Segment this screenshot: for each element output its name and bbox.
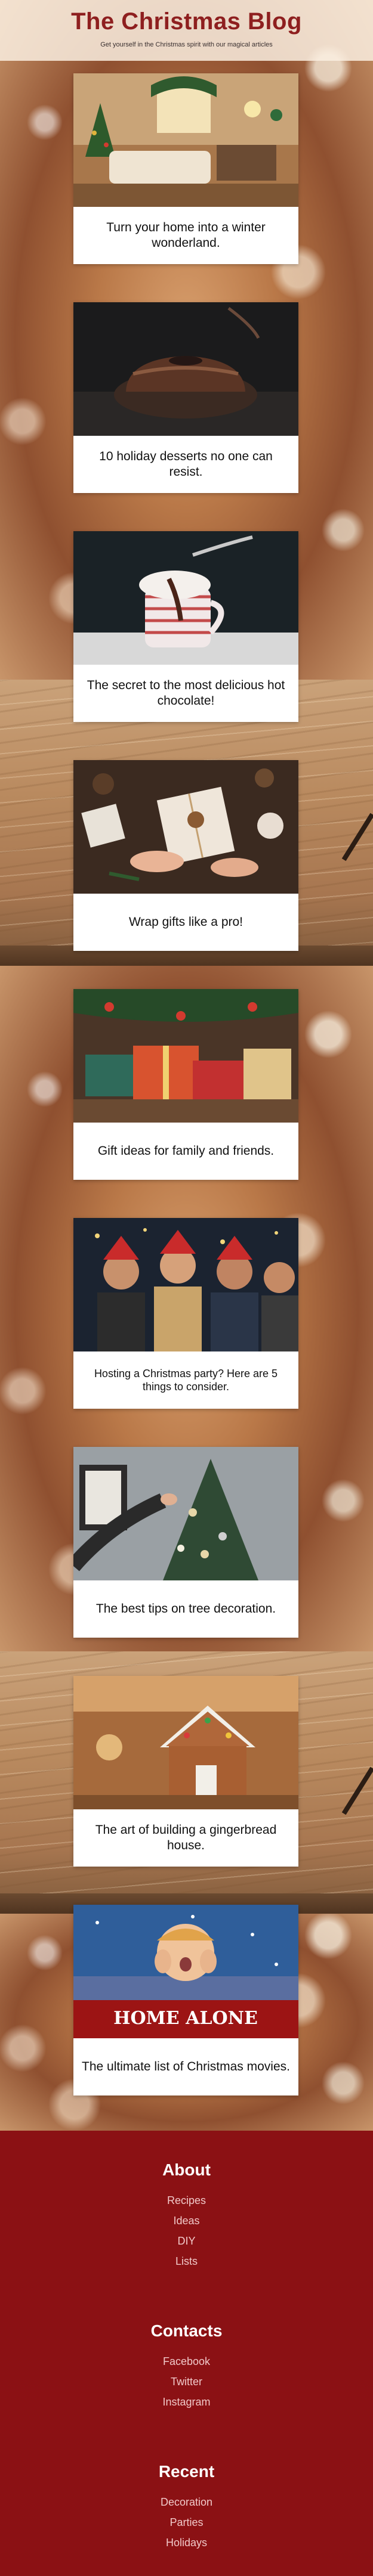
post-card[interactable]: HOME ALONE The ultimate list of Christma…	[73, 1905, 298, 2095]
post-card[interactable]: Turn your home into a winter wonderland.	[73, 73, 298, 264]
post-image-living-room[interactable]	[73, 73, 298, 207]
footer-link-decoration[interactable]: Decoration	[0, 2492, 373, 2512]
post-image-movie-poster[interactable]: HOME ALONE	[73, 1905, 298, 2038]
site-title[interactable]: The Christmas Blog	[0, 0, 373, 35]
footer-link-facebook[interactable]: Facebook	[0, 2351, 373, 2372]
post-card[interactable]: 10 holiday desserts no one can resist.	[73, 302, 298, 493]
site-tagline: Get yourself in the Christmas spirit wit…	[100, 41, 273, 48]
site-footer: About Recipes Ideas DIY Lists Contacts F…	[0, 2131, 373, 2576]
post-caption[interactable]: Hosting a Christmas party? Here are 5 th…	[73, 1351, 298, 1409]
post-card[interactable]: The art of building a gingerbread house.	[73, 1676, 298, 1867]
decor-stick	[341, 1766, 373, 1815]
page: The Christmas Blog Get yourself in the C…	[0, 0, 373, 2576]
post-image-dessert[interactable]	[73, 302, 298, 436]
post-card[interactable]: The secret to the most delicious hot cho…	[73, 531, 298, 722]
post-caption[interactable]: The art of building a gingerbread house.	[73, 1809, 298, 1867]
post-caption[interactable]: The best tips on tree decoration.	[73, 1580, 298, 1638]
post-image-gingerbread-house[interactable]	[73, 1676, 298, 1809]
footer-link-ideas[interactable]: Ideas	[0, 2211, 373, 2231]
post-card[interactable]: The best tips on tree decoration.	[73, 1447, 298, 1638]
post-caption[interactable]: Turn your home into a winter wonderland.	[73, 207, 298, 264]
footer-link-twitter[interactable]: Twitter	[0, 2372, 373, 2392]
footer-contacts: Contacts Facebook Twitter Instagram	[0, 2321, 373, 2412]
footer-link-diy[interactable]: DIY	[0, 2231, 373, 2251]
site-header: The Christmas Blog Get yourself in the C…	[0, 0, 373, 61]
post-caption[interactable]: Gift ideas for family and friends.	[73, 1123, 298, 1180]
post-image-gifts[interactable]	[73, 989, 298, 1123]
post-image-gift-wrapping[interactable]	[73, 760, 298, 894]
post-card[interactable]: Wrap gifts like a pro!	[73, 760, 298, 951]
footer-link-parties[interactable]: Parties	[0, 2512, 373, 2532]
footer-link-instagram[interactable]: Instagram	[0, 2392, 373, 2412]
post-caption[interactable]: Wrap gifts like a pro!	[73, 894, 298, 951]
footer-heading: Contacts	[150, 2321, 223, 2340]
footer-link-lists[interactable]: Lists	[0, 2251, 373, 2271]
footer-recent: Recent Decoration Parties Holidays	[0, 2462, 373, 2553]
post-image-tree-decoration[interactable]	[73, 1447, 298, 1580]
footer-heading: About	[162, 2160, 211, 2179]
footer-heading: Recent	[158, 2462, 215, 2481]
post-image-hot-chocolate[interactable]	[73, 531, 298, 665]
post-card[interactable]: Hosting a Christmas party? Here are 5 th…	[73, 1218, 298, 1409]
post-image-party[interactable]	[73, 1218, 298, 1351]
decor-stick	[341, 813, 373, 861]
footer-about: About Recipes Ideas DIY Lists	[0, 2160, 373, 2271]
post-card[interactable]: Gift ideas for family and friends.	[73, 989, 298, 1180]
footer-link-recipes[interactable]: Recipes	[0, 2190, 373, 2211]
movie-poster-title: HOME ALONE	[113, 2008, 258, 2029]
post-caption[interactable]: The ultimate list of Christmas movies.	[73, 2038, 298, 2095]
post-caption[interactable]: The secret to the most delicious hot cho…	[73, 665, 298, 722]
post-caption[interactable]: 10 holiday desserts no one can resist.	[73, 436, 298, 493]
footer-link-holidays[interactable]: Holidays	[0, 2532, 373, 2553]
